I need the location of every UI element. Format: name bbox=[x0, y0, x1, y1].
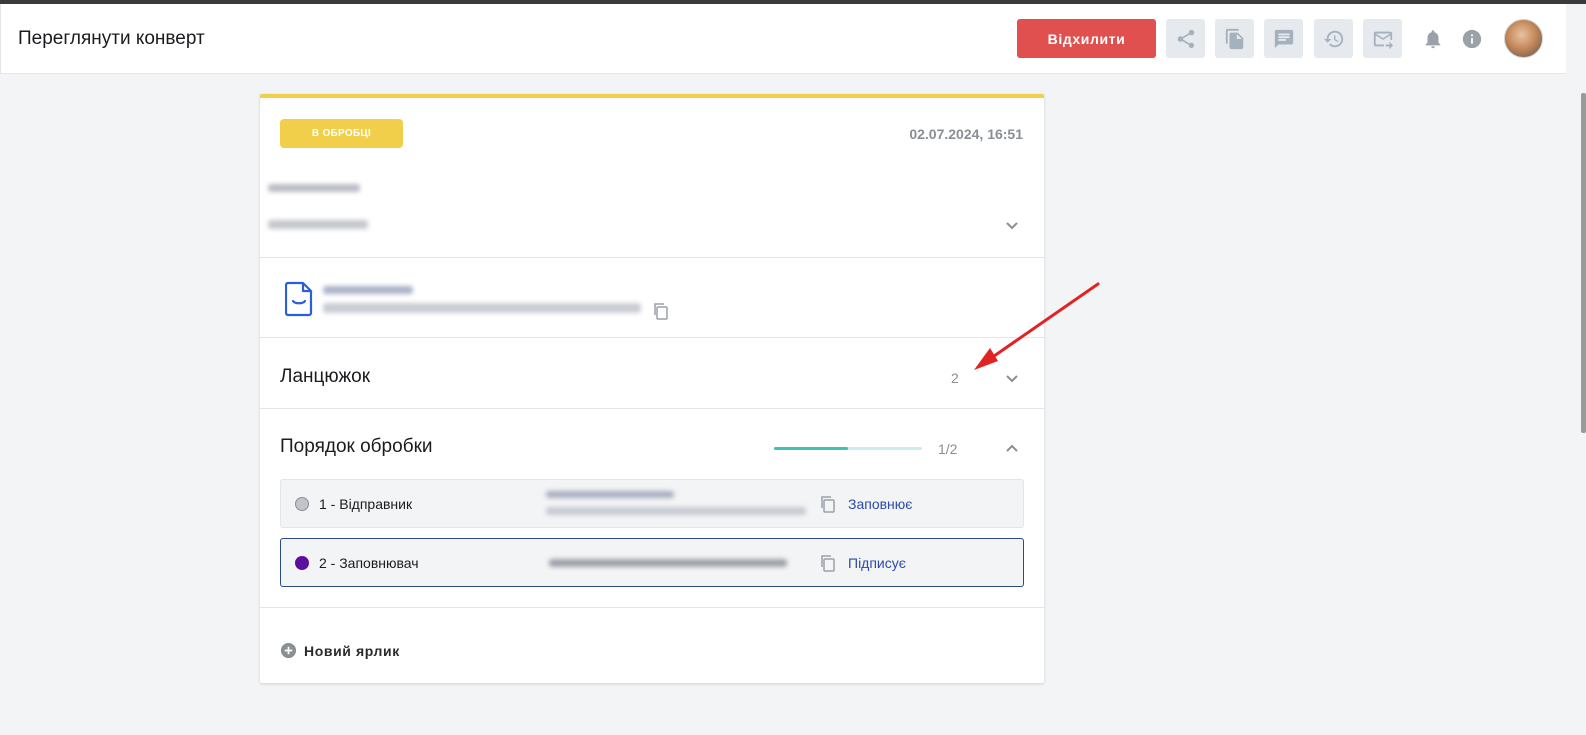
copy-document-id-button[interactable] bbox=[652, 302, 670, 320]
chevron-up-icon bbox=[1006, 444, 1018, 452]
divider bbox=[260, 408, 1044, 409]
annotation-arrow bbox=[974, 282, 1100, 370]
page-title: Переглянути конверт bbox=[18, 28, 205, 49]
user-avatar[interactable] bbox=[1504, 19, 1543, 58]
step-action-link[interactable]: Заповнює bbox=[848, 496, 912, 512]
share-icon bbox=[1177, 29, 1194, 48]
step-label: 1 - Відправник bbox=[319, 496, 413, 512]
bell-icon bbox=[1425, 30, 1441, 49]
divider bbox=[260, 337, 1044, 338]
divider bbox=[260, 607, 1044, 608]
new-label-button[interactable]: Новий ярлик bbox=[280, 642, 400, 659]
redacted-document-title bbox=[323, 286, 413, 294]
forward-mail-icon bbox=[1373, 31, 1393, 49]
processing-step-row[interactable]: 1 - Відправник Заповнює bbox=[280, 479, 1024, 528]
status-badge: В ОБРОБЦІ bbox=[280, 119, 403, 148]
redacted-sender-name bbox=[268, 184, 360, 192]
copy-icon bbox=[821, 555, 835, 572]
forward-mail-button[interactable] bbox=[1363, 19, 1402, 58]
step-label: 2 - Заповнювач bbox=[319, 555, 419, 571]
info-button[interactable] bbox=[1461, 28, 1483, 50]
document-icon bbox=[285, 281, 313, 317]
app-header: Переглянути конверт Відхилити bbox=[0, 4, 1566, 74]
add-circle-icon bbox=[280, 642, 297, 659]
new-label-text: Новий ярлик bbox=[304, 642, 400, 659]
copy-icon bbox=[654, 303, 668, 320]
processing-progress-bar bbox=[774, 447, 922, 450]
processing-step-row[interactable]: 2 - Заповнювач Підписує bbox=[280, 538, 1024, 587]
share-button[interactable] bbox=[1166, 19, 1205, 58]
copy-icon bbox=[821, 496, 835, 513]
scrollbar-thumb[interactable] bbox=[1581, 93, 1586, 433]
redacted-step-email bbox=[546, 507, 806, 515]
chain-section-title: Ланцюжок bbox=[280, 366, 371, 387]
copy-step-email-button[interactable] bbox=[819, 554, 837, 572]
history-button[interactable] bbox=[1314, 19, 1353, 58]
divider bbox=[260, 257, 1044, 258]
envelope-expand-chevron[interactable] bbox=[1004, 217, 1020, 233]
step-status-dot bbox=[295, 556, 309, 570]
redacted-document-id bbox=[323, 303, 641, 313]
copy-document-icon bbox=[1225, 28, 1243, 49]
reject-button[interactable]: Відхилити bbox=[1017, 19, 1156, 58]
envelope-card: В ОБРОБЦІ 02.07.2024, 16:51 Ланцюжок 2 П… bbox=[260, 94, 1044, 683]
step-status-dot bbox=[295, 497, 309, 511]
notifications-button[interactable] bbox=[1422, 28, 1444, 50]
processing-progress-fill bbox=[774, 447, 848, 450]
envelope-date: 02.07.2024, 16:51 bbox=[909, 126, 1023, 142]
redacted-step-name bbox=[546, 491, 674, 498]
processing-section-title: Порядок обробки bbox=[280, 436, 433, 457]
redacted-step-email bbox=[549, 559, 787, 567]
processing-progress-text: 1/2 bbox=[938, 441, 958, 457]
copy-step-email-button[interactable] bbox=[819, 495, 837, 513]
redacted-sender-email bbox=[268, 220, 368, 229]
chain-count: 2 bbox=[951, 370, 959, 386]
comment-button[interactable] bbox=[1264, 19, 1303, 58]
chevron-down-icon bbox=[1006, 222, 1018, 230]
info-icon bbox=[1462, 29, 1482, 49]
step-action-link[interactable]: Підписує bbox=[848, 555, 906, 571]
comment-icon bbox=[1274, 29, 1293, 48]
copy-document-button[interactable] bbox=[1215, 19, 1254, 58]
history-icon bbox=[1323, 30, 1343, 47]
processing-collapse-chevron[interactable] bbox=[1004, 441, 1020, 457]
